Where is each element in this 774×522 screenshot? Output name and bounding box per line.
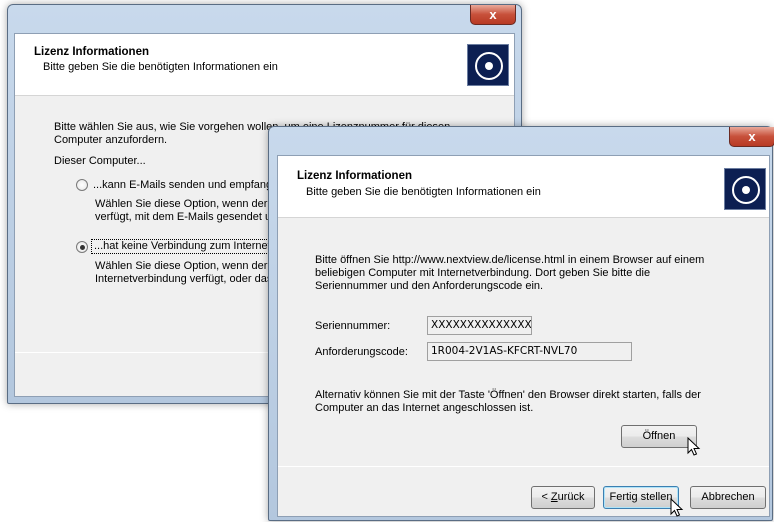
front-header-title: Lizenz Informationen xyxy=(297,170,412,182)
option1-label[interactable]: ...kann E-Mails senden und empfang xyxy=(93,179,272,192)
request-code-label: Anforderungscode: xyxy=(315,346,408,358)
option2-desc-line1: Wählen Sie diese Option, wenn der C xyxy=(95,260,279,272)
front-dialog-client: Lizenz Informationen Bitte geben Sie die… xyxy=(277,155,770,517)
mouse-pointer-icon xyxy=(670,498,684,517)
back-close-button[interactable]: x xyxy=(470,5,516,25)
serial-field[interactable]: XXXXXXXXXXXXXXXXX xyxy=(427,316,532,335)
back-button[interactable]: < Zurück xyxy=(531,486,595,509)
front-close-button[interactable]: x xyxy=(729,127,774,147)
info-line2: beliebigen Computer mit Internetverbindu… xyxy=(315,267,651,279)
back-header-title: Lizenz Informationen xyxy=(34,46,149,58)
finish-button[interactable]: Fertig stellen xyxy=(603,486,679,509)
option2-label[interactable]: ...hat keine Verbindung zum Internet. xyxy=(91,239,277,254)
open-button[interactable]: Öffnen xyxy=(621,425,697,448)
info-line3: Seriennummer und den Anforderungscode ei… xyxy=(315,280,544,292)
dieser-computer-label: Dieser Computer... xyxy=(54,155,146,167)
front-header-subtitle: Bitte geben Sie die benötigten Informati… xyxy=(306,186,541,198)
back-header: Lizenz Informationen Bitte geben Sie die… xyxy=(15,34,514,96)
front-header: Lizenz Informationen Bitte geben Sie die… xyxy=(278,156,769,218)
back-button-hotkey: Z xyxy=(550,491,558,503)
option1-radio[interactable] xyxy=(76,179,88,191)
alt-line2: Computer an das Internet angeschlossen i… xyxy=(315,402,534,414)
info-line1: Bitte öffnen Sie http://www.nextview.de/… xyxy=(315,254,705,266)
mouse-pointer-icon xyxy=(687,437,701,456)
cancel-button[interactable]: Abbrechen xyxy=(690,486,766,509)
cd-icon xyxy=(724,168,766,210)
cd-icon xyxy=(467,44,509,86)
alt-line1: Alternativ können Sie mit der Taste 'Öff… xyxy=(315,389,701,401)
option1-desc-line1: Wählen Sie diese Option, wenn der C xyxy=(95,198,279,210)
front-dialog-window: x Lizenz Informationen Bitte geben Sie d… xyxy=(268,126,774,521)
back-button-prefix: < xyxy=(541,491,551,503)
back-header-subtitle: Bitte geben Sie die benötigten Informati… xyxy=(43,61,278,73)
back-button-label: urück xyxy=(557,491,585,503)
front-title-bar[interactable]: x xyxy=(269,127,774,155)
request-code-field[interactable]: 1R004-2V1AS-KFCRT-NVL70 xyxy=(427,342,632,361)
option2-desc-line2: Internetverbindung verfügt, oder das xyxy=(95,273,273,285)
front-footer-separator xyxy=(278,466,769,467)
back-intro-line2: Computer anzufordern. xyxy=(54,134,168,146)
option2-radio[interactable] xyxy=(76,241,88,253)
serial-label: Seriennummer: xyxy=(315,320,391,332)
back-title-bar[interactable]: x xyxy=(8,5,521,33)
option1-desc-line2: verfügt, mit dem E-Mails gesendet ur xyxy=(95,211,275,223)
